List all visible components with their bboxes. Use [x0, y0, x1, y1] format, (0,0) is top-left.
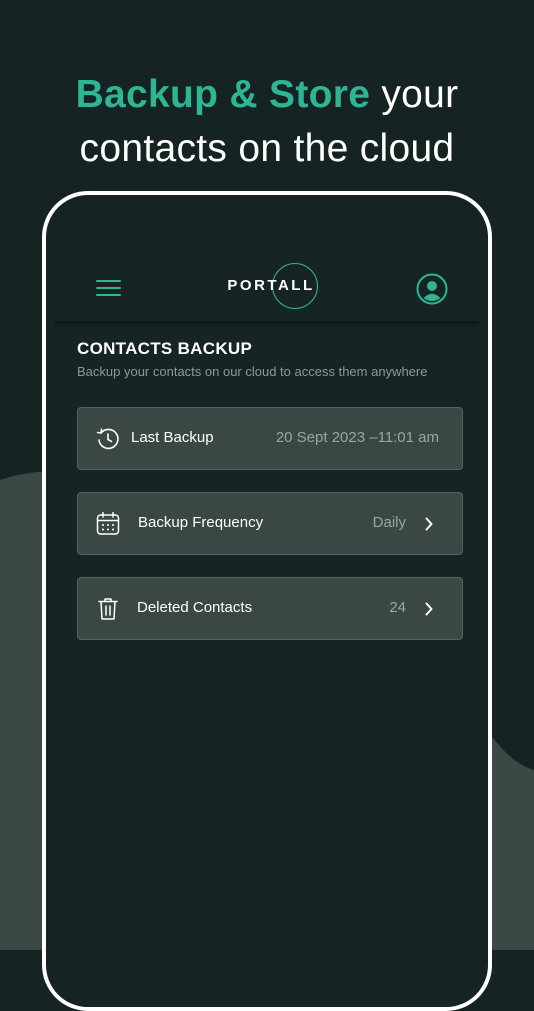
backup-frequency-label: Backup Frequency — [138, 514, 264, 531]
user-profile-icon[interactable] — [416, 273, 448, 305]
backup-frequency-row[interactable]: Backup Frequency Daily — [77, 492, 463, 555]
deleted-contacts-count: 24 — [389, 599, 406, 616]
backup-frequency-value: Daily — [372, 514, 406, 531]
last-backup-row[interactable]: Last Backup 20 Sept 2023 –11:01 am — [77, 407, 463, 470]
deleted-contacts-row[interactable]: Deleted Contacts 24 — [77, 577, 463, 640]
calendar-icon — [96, 511, 120, 537]
app-logo: PORTALL — [216, 263, 336, 313]
chevron-right-icon — [424, 602, 434, 616]
history-clock-icon — [96, 426, 120, 452]
section-subtitle: Backup your contacts on our cloud to acc… — [77, 364, 428, 379]
logo-text: PORTALL — [227, 277, 315, 294]
phone-frame: PORTALL CONTACTS BACKUP Backup your cont… — [42, 191, 492, 1011]
app-screen: PORTALL CONTACTS BACKUP Backup your cont… — [54, 203, 480, 1007]
deleted-contacts-label: Deleted Contacts — [137, 599, 253, 616]
headline-line2: contacts on the cloud — [79, 127, 455, 170]
hamburger-menu-icon[interactable] — [96, 280, 121, 300]
trash-icon — [96, 596, 120, 622]
app-bar: PORTALL — [54, 203, 480, 321]
last-backup-label: Last Backup — [131, 429, 214, 446]
chevron-right-icon — [424, 517, 434, 531]
promo-headline: Backup & Store your contacts on the clou… — [0, 68, 534, 176]
headline-accent: Backup & Store — [75, 73, 371, 116]
section-title: CONTACTS BACKUP — [77, 339, 253, 358]
last-backup-value: 20 Sept 2023 –11:01 am — [275, 429, 439, 446]
headline-rest: your — [370, 73, 459, 116]
